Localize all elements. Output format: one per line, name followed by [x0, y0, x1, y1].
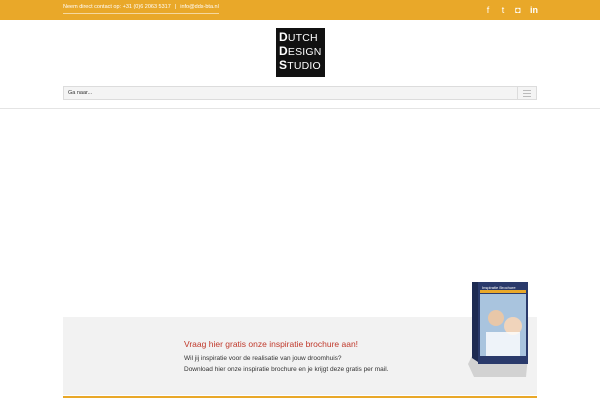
brochure-cover-image[interactable]: Inspiratie Brochure	[468, 282, 528, 377]
linkedin-icon[interactable]: in	[528, 5, 540, 15]
contact-info: Neem direct contact op: +31 (0)6 2063 53…	[63, 4, 219, 14]
contact-separator: |	[174, 4, 177, 10]
brochure-cover-label: Inspiratie Brochure	[482, 285, 516, 290]
instagram-icon[interactable]: ◘	[512, 5, 524, 15]
promo-text-line-1: Wil jij inspiratie voor de realisatie va…	[184, 355, 342, 362]
header-divider	[0, 108, 600, 109]
promo-text-line-2: Download hier onze inspiratie brochure e…	[184, 366, 389, 373]
contact-phone-text: Neem direct contact op: +31 (0)6 2063 53…	[63, 4, 171, 10]
top-bar: Neem direct contact op: +31 (0)6 2063 53…	[0, 0, 600, 20]
brochure-promo-section: Vraag hier gratis onze inspiratie brochu…	[63, 317, 537, 395]
dutch-design-studio-logo[interactable]: DUTCH DESIGN STUDIO	[276, 28, 325, 77]
logo-line-1: DUTCH	[279, 30, 318, 45]
hamburger-menu-icon[interactable]	[517, 87, 536, 99]
promo-title[interactable]: Vraag hier gratis onze inspiratie brochu…	[184, 339, 358, 349]
twitter-icon[interactable]: t	[497, 5, 509, 15]
nav-dropdown-label: Ga naar...	[68, 90, 93, 96]
facebook-icon[interactable]: f	[482, 5, 494, 15]
bottom-accent-bar	[63, 396, 537, 398]
contact-email-link[interactable]: info@dds-bta.nl	[180, 4, 219, 10]
navigation-dropdown[interactable]: Ga naar...	[63, 86, 537, 100]
logo-line-3: STUDIO	[279, 58, 321, 73]
logo-line-2: DESIGN	[279, 44, 322, 59]
